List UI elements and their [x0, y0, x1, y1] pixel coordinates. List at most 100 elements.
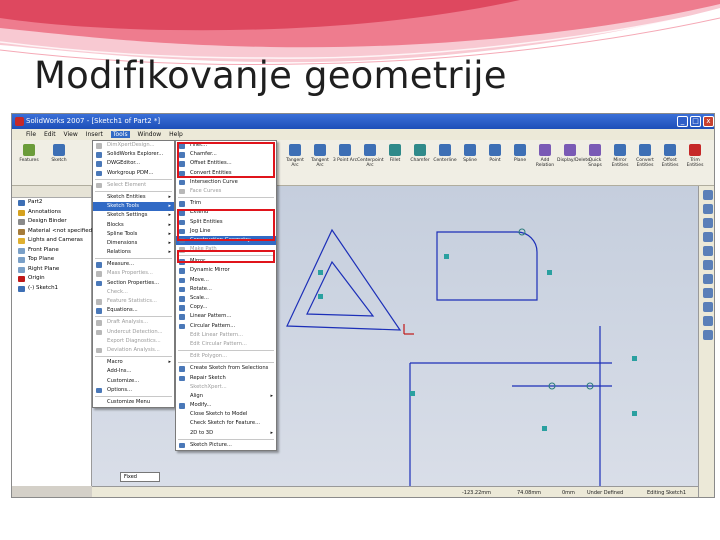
- close-button[interactable]: x: [703, 116, 714, 127]
- tree-item[interactable]: Design Binder: [12, 217, 91, 227]
- menu-file[interactable]: File: [26, 131, 36, 138]
- menu-item[interactable]: Edit Linear Pattern...: [176, 331, 276, 340]
- menu-item[interactable]: Deviation Analysis...: [93, 346, 174, 355]
- menu-item[interactable]: Customize...: [93, 377, 174, 386]
- menu-item[interactable]: Sketch Settings ▸: [93, 211, 174, 220]
- menu-item[interactable]: Draft Analysis...: [93, 318, 174, 327]
- tree-item[interactable]: Right Plane: [12, 265, 91, 275]
- menu-item[interactable]: SolidWorks Explorer...: [93, 150, 174, 159]
- tree-tabs[interactable]: [12, 186, 91, 198]
- tool-button-12[interactable]: Quick Snaps: [582, 144, 608, 168]
- menu-item[interactable]: Edit Polygon...: [176, 352, 276, 361]
- maximize-button[interactable]: □: [690, 116, 701, 127]
- menu-item[interactable]: Undercut Detection...: [93, 328, 174, 337]
- menu-item[interactable]: Modify...: [176, 401, 276, 410]
- menu-window[interactable]: Window: [138, 131, 162, 138]
- sketch-tab[interactable]: Sketch: [46, 144, 72, 163]
- toolbox-icon[interactable]: [702, 288, 713, 298]
- menu-item[interactable]: Export Diagnostics...: [93, 337, 174, 346]
- tree-item[interactable]: Front Plane: [12, 246, 91, 256]
- menu-item[interactable]: Create Sketch from Selections: [176, 364, 276, 373]
- menu-item[interactable]: Align ▸: [176, 392, 276, 401]
- menu-item[interactable]: Mass Properties...: [93, 269, 174, 278]
- menu-item[interactable]: Dimensions ▸: [93, 239, 174, 248]
- menu-item[interactable]: Rotate...: [176, 285, 276, 294]
- tool-button-6[interactable]: Centerline: [432, 144, 458, 163]
- unit-dropdown[interactable]: Fixed: [120, 472, 160, 482]
- file-explorer-icon[interactable]: [702, 218, 713, 228]
- menu-item[interactable]: Repair Sketch: [176, 374, 276, 383]
- menu-item[interactable]: Macro ▸: [93, 358, 174, 367]
- tool-button-13[interactable]: Mirror Entities: [607, 144, 633, 168]
- menu-item[interactable]: Relations ▸: [93, 248, 174, 257]
- menu-item[interactable]: Edit Circular Pattern...: [176, 340, 276, 349]
- tool-button-3[interactable]: Centerpoint Arc: [357, 144, 384, 168]
- design-library-icon[interactable]: [702, 204, 713, 214]
- tool-button-5[interactable]: Chamfer: [407, 144, 433, 163]
- menu-item[interactable]: Spline Tools ▸: [93, 230, 174, 239]
- menu-item[interactable]: Feature Statistics...: [93, 297, 174, 306]
- menu-item[interactable]: Copy...: [176, 303, 276, 312]
- custom-properties-icon[interactable]: [702, 274, 713, 284]
- tree-item[interactable]: Annotations: [12, 208, 91, 218]
- menu-item[interactable]: Select Element: [93, 181, 174, 190]
- search-icon[interactable]: [702, 232, 713, 242]
- menu-item[interactable]: Linear Pattern...: [176, 312, 276, 321]
- menu-item[interactable]: Sketch Entities ▸: [93, 193, 174, 202]
- tool-button-7[interactable]: Spline: [457, 144, 483, 163]
- tool-button-0[interactable]: Tangent Arc: [282, 144, 308, 168]
- tree-item[interactable]: Top Plane: [12, 255, 91, 265]
- menu-item[interactable]: Face Curves: [176, 187, 276, 196]
- menu-item[interactable]: 2D to 3D ▸: [176, 429, 276, 438]
- menu-item[interactable]: DimXpertDesign...: [93, 141, 174, 150]
- tree-item[interactable]: Material <not specified>: [12, 227, 97, 237]
- menu-item[interactable]: Scale...: [176, 294, 276, 303]
- minimize-button[interactable]: _: [677, 116, 688, 127]
- palette-icon[interactable]: [702, 302, 713, 312]
- tool-button-14[interactable]: Convert Entities: [632, 144, 658, 168]
- menu-item[interactable]: SketchXpert...: [176, 383, 276, 392]
- tool-button-9[interactable]: Plane: [507, 144, 533, 163]
- appearances-icon[interactable]: [702, 260, 713, 270]
- tool-button-11[interactable]: Display/Delete: [557, 144, 590, 163]
- menu-item[interactable]: Measure...: [93, 260, 174, 269]
- tool-button-10[interactable]: Add Relation: [532, 144, 558, 168]
- tree-item[interactable]: Lights and Cameras: [12, 236, 91, 246]
- resources-icon[interactable]: [702, 190, 713, 200]
- tool-button-4[interactable]: Fillet: [382, 144, 408, 163]
- menu-item[interactable]: Sketch Tools ▸: [93, 202, 174, 212]
- features-tab[interactable]: Features: [16, 144, 42, 163]
- tool-button-15[interactable]: Offset Entities: [657, 144, 683, 168]
- menu-help[interactable]: Help: [169, 131, 183, 138]
- menu-edit[interactable]: Edit: [44, 131, 56, 138]
- menu-item[interactable]: Circular Pattern...: [176, 322, 276, 331]
- menu-item[interactable]: Move...: [176, 276, 276, 285]
- menu-item[interactable]: Sketch Picture...: [176, 441, 276, 450]
- tree-item[interactable]: Part2: [12, 198, 91, 208]
- lights-icon[interactable]: [702, 316, 713, 326]
- tree-item[interactable]: Origin: [12, 274, 91, 284]
- menu-item[interactable]: Check Sketch for Feature...: [176, 419, 276, 428]
- menu-item[interactable]: Blocks ▸: [93, 221, 174, 230]
- menu-item[interactable]: DWGEditor...: [93, 159, 174, 168]
- menu-item[interactable]: Section Properties...: [93, 279, 174, 288]
- view-palette-icon[interactable]: [702, 246, 713, 256]
- tool-button-1[interactable]: Tangent Arc: [307, 144, 333, 168]
- menu-item[interactable]: Dynamic Mirror: [176, 266, 276, 275]
- menu-item[interactable]: Close Sketch to Model: [176, 410, 276, 419]
- tool-button-8[interactable]: Point: [482, 144, 508, 163]
- tool-button-2[interactable]: 3 Point Arc: [332, 144, 358, 163]
- menu-tools[interactable]: Tools: [110, 131, 130, 138]
- menu-item[interactable]: Options...: [93, 386, 174, 395]
- menu-item[interactable]: Customize Menu: [93, 398, 174, 407]
- menu-item[interactable]: Trim: [176, 199, 276, 208]
- menu-insert[interactable]: Insert: [86, 131, 103, 138]
- menu-item[interactable]: Add-Ins...: [93, 367, 174, 376]
- tool-button-16[interactable]: Trim Entities: [682, 144, 708, 168]
- menu-item[interactable]: Check...: [93, 288, 174, 297]
- menu-item[interactable]: Intersection Curve: [176, 178, 276, 187]
- camera-icon[interactable]: [702, 330, 713, 340]
- tree-item[interactable]: (-) Sketch1: [12, 284, 91, 294]
- menu-item[interactable]: Workgroup PDM...: [93, 169, 174, 178]
- menu-view[interactable]: View: [64, 131, 78, 138]
